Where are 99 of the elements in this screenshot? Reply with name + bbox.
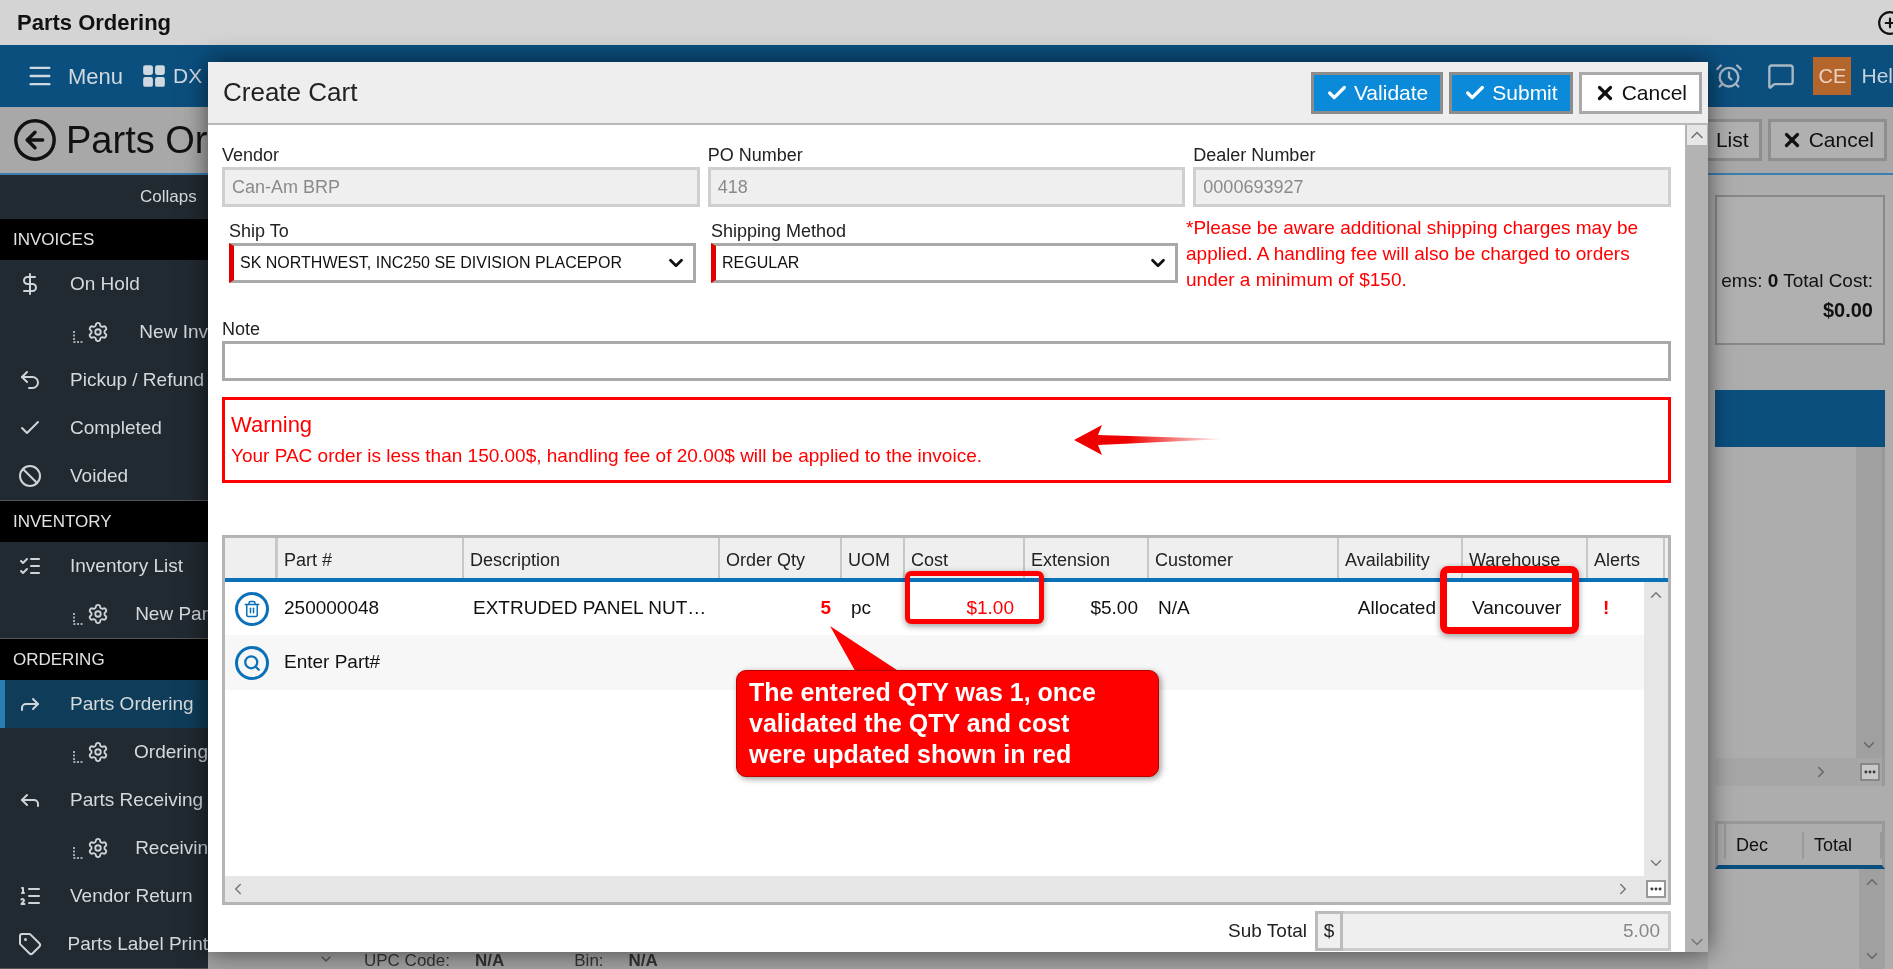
scrollbar[interactable] <box>1856 447 1882 758</box>
trash-icon <box>242 599 261 618</box>
column-header[interactable]: Total <box>1804 832 1882 859</box>
subtotal-label: Sub Total <box>1228 918 1307 943</box>
sidebar-item[interactable]: Completed <box>0 404 208 452</box>
table-cell-text: Vancouver <box>1471 596 1563 621</box>
table-cell-text: 5 <box>819 596 832 621</box>
gear-icon <box>87 741 109 763</box>
column-header[interactable]: Extension <box>1025 538 1149 578</box>
alarm-icon[interactable] <box>1715 62 1744 90</box>
dropdown[interactable]: REGULAR <box>711 243 1178 283</box>
part-number-field[interactable]: Enter Part# <box>284 648 684 677</box>
column-header[interactable]: Customer <box>1149 538 1339 578</box>
app-label[interactable]: DX <box>173 60 203 92</box>
delete-button[interactable] <box>234 591 269 626</box>
branch-icon <box>73 331 83 343</box>
dialog-title: Create Cart <box>223 76 359 109</box>
warning-title: Warning <box>231 412 314 438</box>
total-cost: $0.00 <box>1822 298 1873 323</box>
sidebar-item[interactable]: Parts Label Print <box>0 920 208 968</box>
table-cell-text: pc <box>850 596 873 621</box>
subtotal-field: 5.00 <box>1343 911 1671 951</box>
back-icon[interactable] <box>12 117 58 163</box>
section-header: INVOICES <box>0 219 208 260</box>
scrollbar[interactable] <box>1859 869 1885 969</box>
horizontal-scrollbar[interactable] <box>225 876 1668 902</box>
column-header[interactable]: Alerts <box>1588 538 1665 578</box>
detail-value: N/A <box>475 951 505 969</box>
horizontal-scrollbar[interactable] <box>1715 758 1882 786</box>
more-button[interactable] <box>1860 763 1880 781</box>
gear-icon <box>87 321 109 343</box>
more-button[interactable] <box>1646 880 1666 898</box>
column-header[interactable]: Warehouse <box>1463 538 1588 578</box>
tag-icon <box>18 932 42 956</box>
column-header[interactable]: Order Qty <box>720 538 842 578</box>
summary-text: ems: 0 Total Cost: <box>1721 268 1873 293</box>
search-button[interactable] <box>234 645 269 680</box>
search-icon <box>242 653 261 672</box>
column-header[interactable]: Availability <box>1339 538 1463 578</box>
section-header: ORDERING <box>0 639 208 680</box>
help-link[interactable]: Hel <box>1861 60 1893 92</box>
sidebar-item[interactable]: Parts Receiving <box>0 776 208 824</box>
warning-message: Your PAC order is less than 150.00$, handling fee of 20.00$ will be applied to the invoice. <box>231 444 983 468</box>
field-label: Ship To <box>229 220 290 243</box>
table-cell-text: $5.00 <box>1089 596 1139 621</box>
sidebar-item[interactable]: Vendor Return <box>0 872 208 920</box>
table-cell-text: N/A <box>1157 596 1191 621</box>
sidebar-item[interactable]: Pickup / Refund <box>0 356 208 404</box>
field-label: Note <box>222 318 262 341</box>
detail-label: Bin: <box>574 951 604 969</box>
currency-symbol: $ <box>1315 911 1343 951</box>
gear-icon <box>87 603 109 625</box>
field-label: PO Number <box>707 144 804 167</box>
section-header: INVENTORY <box>0 501 208 542</box>
cancel-button[interactable]: Cancel <box>1767 119 1887 161</box>
action-button[interactable]: Submit <box>1449 71 1573 114</box>
branch-icon <box>73 751 83 763</box>
field-label: Shipping Method <box>711 220 848 243</box>
sidebar-item[interactable]: Voided <box>0 452 208 500</box>
note-field[interactable] <box>222 341 1671 381</box>
sidebar-item[interactable]: Ordering <box>0 728 208 776</box>
table-cell-text: 250000048 <box>283 596 381 621</box>
window-title: Parts Ordering <box>17 9 173 37</box>
branch-icon <box>73 847 83 859</box>
field-label: Vendor <box>222 144 281 167</box>
list-icon <box>18 884 42 908</box>
sidebar-item[interactable]: Inventory List <box>0 542 208 590</box>
collapse-link[interactable]: Collaps <box>140 184 197 210</box>
sidebar-item[interactable]: New Par <box>0 590 208 638</box>
cancel-button[interactable]: Cancel <box>1578 71 1702 114</box>
page-title: Parts Or <box>66 117 208 163</box>
table-cell-text: Allocated <box>1356 596 1437 621</box>
column-header[interactable]: Part # <box>278 538 464 578</box>
dropdown[interactable]: SK NORTHWEST, INC250 SE DIVISION PLACEPOR <box>229 243 696 283</box>
sidebar-item[interactable]: Receivin <box>0 824 208 872</box>
grid-icon[interactable] <box>141 63 168 89</box>
branch-icon <box>73 613 83 625</box>
scrollbar[interactable] <box>1685 125 1708 952</box>
gear-icon <box>87 837 109 859</box>
return-icon <box>18 368 42 392</box>
ban-icon <box>18 464 42 488</box>
detail-value: N/A <box>628 951 658 969</box>
column-header[interactable]: Cost <box>905 538 1025 578</box>
sidebar-item[interactable]: On Hold <box>0 260 208 308</box>
shipping-notice: *Please be aware additional shipping charges may be applied. A handling fee will also be charged to orders under a minimum of $150. <box>1186 216 1640 292</box>
column-header[interactable]: Dec <box>1726 832 1804 859</box>
field-label: Dealer Number <box>1193 144 1317 167</box>
table-cell-text: EXTRUDED PANEL NUT… <box>472 596 708 621</box>
menu-label[interactable]: Menu <box>68 59 124 93</box>
action-button[interactable]: Validate <box>1310 71 1444 114</box>
table-cell-text: $1.00 <box>965 596 1015 621</box>
sidebar-item[interactable]: Parts Ordering <box>0 680 208 728</box>
table-cell-text: ! <box>1602 596 1611 621</box>
column-header[interactable]: Description <box>464 538 720 578</box>
sidebar-item[interactable]: New Inv <box>0 308 208 356</box>
column-header[interactable]: UOM <box>842 538 905 578</box>
scrollbar[interactable] <box>1644 582 1668 876</box>
detail-label: UPC Code: <box>364 951 450 969</box>
chat-icon[interactable] <box>1767 62 1796 90</box>
